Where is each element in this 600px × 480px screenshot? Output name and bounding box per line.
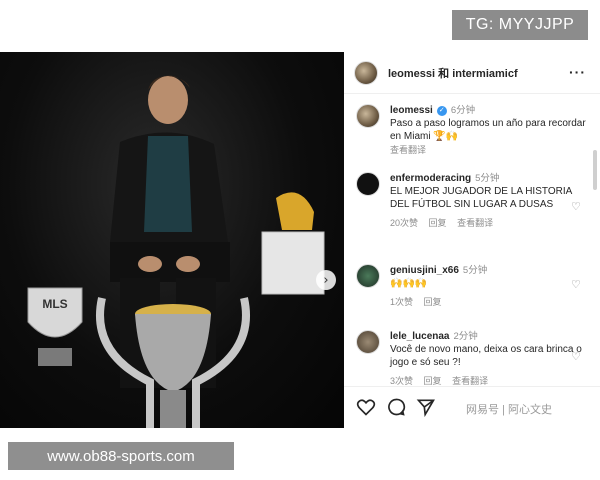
avatar[interactable] [356,172,380,196]
player-head [148,76,188,124]
comment-time: 2分钟 [453,331,478,342]
post-photo: MLS › [0,52,344,428]
comments-scrollbar[interactable] [592,94,598,386]
player-shirt [144,136,192,232]
reply-link[interactable]: 回复 [424,376,442,386]
comment-text: Paso a paso logramos un año para recorda… [390,118,586,142]
golden-boot [276,192,314,230]
comment-time: 5分钟 [475,173,500,184]
comment-text: 🙌🙌🙌 [390,278,428,289]
avatar[interactable] [356,264,380,288]
avatar[interactable] [356,330,380,354]
source-watermark: 网易号 | 阿心文史 [466,404,552,416]
post-header: leomessi 和 intermiamicf ··· [344,52,600,94]
heart-icon[interactable]: ♡ [571,280,582,291]
tg-watermark: TG: MYYJJPP [452,10,588,40]
comment-item: leomessi ✓ 6分钟 Paso a paso logramos un año… [356,104,586,157]
heart-icon[interactable] [356,397,376,417]
chevron-right-icon[interactable]: › [316,270,336,290]
comment-time: 6分钟 [450,105,476,116]
reply-link[interactable]: 回复 [429,218,447,228]
like-count[interactable]: 20次赞 [390,218,418,228]
comment-list: leomessi ✓ 6分钟 Paso a paso logramos un año… [344,94,590,386]
like-count[interactable]: 3次赞 [390,376,413,386]
boot-pedestal [261,231,325,295]
post-author-names[interactable]: leomessi 和 intermiamicf [388,65,518,81]
mls-shield [27,287,83,338]
share-icon[interactable] [416,397,436,417]
post-action-bar: 网易号 | 阿心文史 [344,386,600,428]
see-translation-link[interactable]: 查看翻译 [457,218,493,228]
comment-item: enfermoderacing 5分钟 EL MEJOR JUGADOR DE L… [356,172,586,230]
svg-text:MLS: MLS [42,297,67,311]
see-translation-link[interactable]: 查看翻译 [452,376,488,386]
heart-icon[interactable]: ♡ [571,352,582,363]
comments-panel: leomessi 和 intermiamicf ··· leomessi ✓ 6分钟… [344,52,600,428]
avatar[interactable] [354,60,378,85]
comment-text: Você de novo mano, deixa os cara brinca … [390,344,582,368]
reply-link[interactable]: 回复 [424,297,442,307]
like-count[interactable]: 1次赞 [390,297,413,307]
comment-username[interactable]: lele_lucenaa [390,331,449,342]
comment-time: 5分钟 [462,265,488,276]
verified-badge-icon: ✓ [436,106,447,116]
comment-username[interactable]: geniusjini_x66 [390,265,459,276]
comment-username[interactable]: enfermoderacing [390,173,471,184]
avatar[interactable] [356,104,380,128]
comment-username[interactable]: leomessi [390,105,433,116]
scrollbar-thumb[interactable] [593,150,597,190]
comment-text: EL MEJOR JUGADOR DE LA HISTORIA DEL FÚTB… [390,186,572,210]
comment-item: geniusjini_x66 5分钟 🙌🙌🙌 1次赞 回复 ♡ [356,264,586,309]
see-translation-link[interactable]: 查看翻译 [390,145,426,155]
heart-icon[interactable]: ♡ [571,202,582,213]
comment-icon[interactable] [386,397,406,417]
more-options-icon[interactable]: ··· [569,64,586,80]
site-watermark: www.ob88-sports.com [8,442,234,470]
instagram-post: MLS › leomessi 和 intermiamicf ··· leomes… [0,52,600,428]
post-photo-illustration: MLS [27,75,325,428]
comment-item: lele_lucenaa 2分钟 Você de novo mano, deixa… [356,330,586,386]
